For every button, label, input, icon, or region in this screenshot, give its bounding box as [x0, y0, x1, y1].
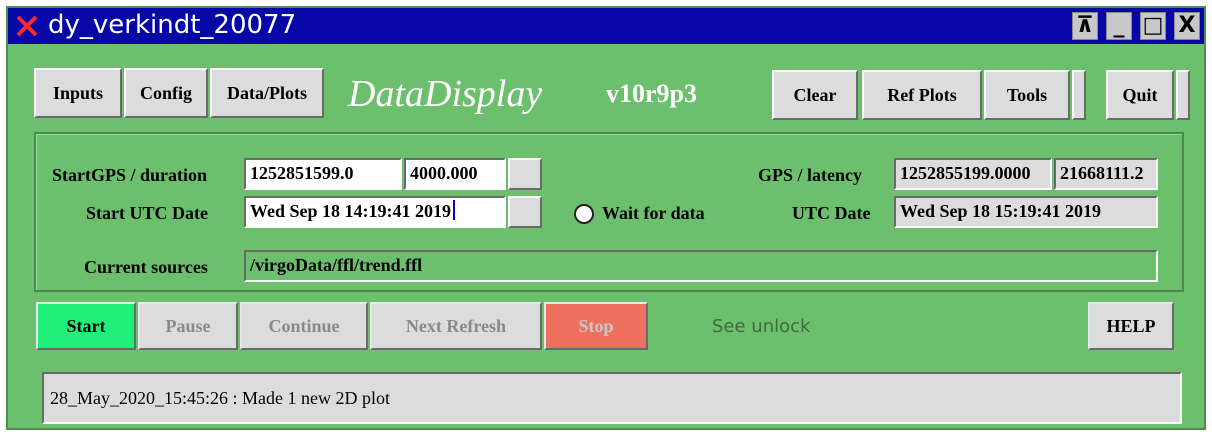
app-version: v10r9p3	[606, 79, 697, 108]
wait-for-data-radio[interactable]	[574, 204, 594, 224]
current-sources-label: Current sources	[84, 257, 208, 277]
gps-set-button[interactable]	[508, 158, 542, 190]
stop-button[interactable]: Stop	[544, 302, 648, 350]
status-message: See unlock	[712, 316, 811, 337]
config-button[interactable]: Config	[124, 68, 208, 118]
minimize-button[interactable]: _	[1106, 12, 1132, 40]
duration-input[interactable]: 4000.000	[404, 158, 506, 190]
pause-button[interactable]: Pause	[138, 302, 238, 350]
start-gps-input[interactable]: 1252851599.0	[244, 158, 402, 190]
wait-for-data-label: Wait for data	[602, 203, 705, 223]
app-name: DataDisplay	[348, 73, 543, 115]
start-button[interactable]: Start	[36, 302, 136, 350]
text-caret	[453, 200, 456, 220]
close-button[interactable]: X	[1174, 12, 1200, 40]
utc-date-display: Wed Sep 18 15:19:41 2019	[894, 196, 1158, 228]
next-refresh-button[interactable]: Next Refresh	[370, 302, 542, 350]
ref-plots-button[interactable]: Ref Plots	[862, 70, 982, 120]
window-close-x-icon[interactable]	[14, 11, 40, 39]
current-sources-field[interactable]: /virgoData/ffl/trend.ffl	[244, 250, 1158, 282]
tools-menu-handle[interactable]	[1072, 70, 1086, 120]
window-title: dy_verkindt_20077	[48, 10, 297, 40]
maximize-button[interactable]: □	[1140, 12, 1166, 40]
start-gps-label: StartGPS / duration	[52, 165, 208, 185]
start-utc-label: Start UTC Date	[86, 203, 208, 223]
start-utc-input[interactable]: Wed Sep 18 14:19:41 2019	[244, 196, 506, 228]
gps-latency-label: GPS / latency	[758, 165, 862, 185]
log-message-bar: 28_May_2020_15:45:26 : Made 1 new 2D plo…	[42, 372, 1182, 424]
utc-set-button[interactable]	[508, 196, 542, 228]
clear-button[interactable]: Clear	[772, 70, 858, 120]
help-button[interactable]: HELP	[1088, 302, 1174, 350]
pin-icon[interactable]: ⊼	[1072, 12, 1098, 40]
quit-button[interactable]: Quit	[1106, 70, 1174, 120]
quit-menu-handle[interactable]	[1176, 70, 1190, 120]
tools-button[interactable]: Tools	[984, 70, 1070, 120]
continue-button[interactable]: Continue	[240, 302, 368, 350]
utc-date-label: UTC Date	[792, 203, 871, 223]
data-plots-button[interactable]: Data/Plots	[210, 68, 324, 118]
gps-display: 1252855199.0000	[894, 158, 1052, 190]
latency-display: 21668111.2	[1054, 158, 1158, 190]
app-window: dy_verkindt_20077 ⊼ _ □ X Inputs Config …	[6, 6, 1206, 430]
start-utc-value: Wed Sep 18 14:19:41 2019	[250, 201, 452, 221]
inputs-button[interactable]: Inputs	[34, 68, 122, 118]
title-bar: dy_verkindt_20077 ⊼ _ □ X	[8, 8, 1204, 44]
